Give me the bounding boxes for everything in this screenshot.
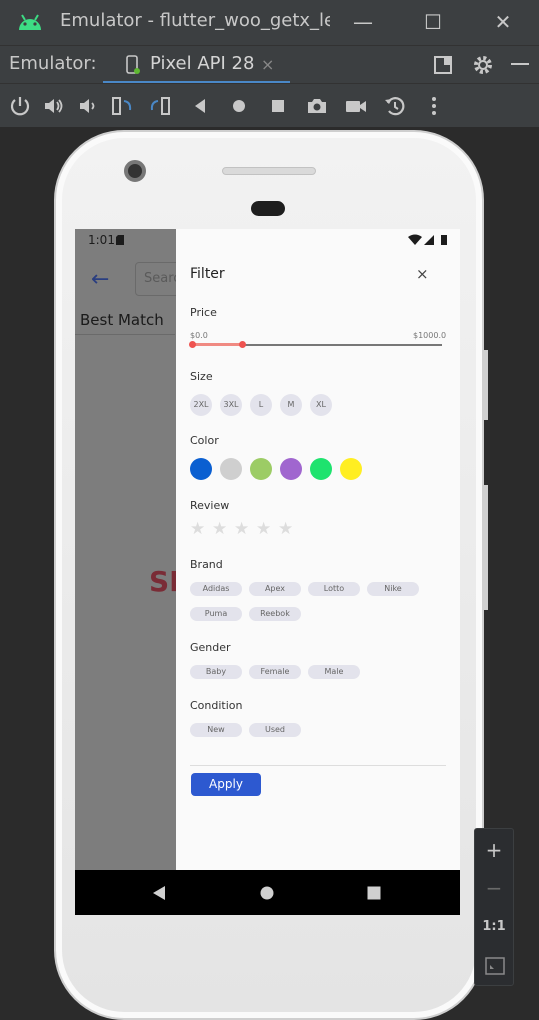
android-studio-icon bbox=[19, 14, 41, 30]
nav-home-icon[interactable] bbox=[260, 886, 274, 900]
rotate-right-icon[interactable] bbox=[148, 94, 172, 118]
earpiece-speaker bbox=[222, 167, 316, 175]
android-navbar bbox=[75, 870, 460, 915]
star-icon[interactable]: ★ bbox=[256, 519, 271, 539]
status-time: 1:01 bbox=[88, 233, 115, 247]
tab-close-icon[interactable]: × bbox=[261, 55, 274, 74]
color-swatch-purple[interactable] bbox=[280, 458, 302, 480]
snapshot-icon[interactable] bbox=[383, 94, 407, 118]
tab-label: Pixel API 28 bbox=[150, 53, 255, 74]
condition-option-new[interactable]: New bbox=[190, 723, 242, 737]
window-title: Emulator - flutter_woo_getx_le bbox=[60, 10, 330, 31]
back-arrow-icon[interactable]: ← bbox=[91, 267, 109, 292]
sort-best-match[interactable]: Best Match bbox=[80, 311, 164, 329]
wifi-icon bbox=[408, 234, 422, 245]
brand-option-nike[interactable]: Nike bbox=[367, 582, 419, 596]
record-video-icon[interactable] bbox=[344, 94, 368, 118]
filter-drawer: Filter × Price $0.0 $1000.0 Size 2XL 3XL… bbox=[176, 229, 460, 870]
star-icon[interactable]: ★ bbox=[278, 519, 293, 539]
price-max-label: $1000.0 bbox=[413, 331, 447, 340]
volume-down-icon[interactable] bbox=[76, 94, 100, 118]
brand-option-adidas[interactable]: Adidas bbox=[190, 582, 242, 596]
divider bbox=[75, 334, 175, 335]
price-slider-min-thumb[interactable] bbox=[189, 341, 196, 348]
size-option-2xl[interactable]: 2XL bbox=[190, 394, 212, 416]
zoom-in-button[interactable]: + bbox=[475, 831, 513, 869]
emulator-toolbar bbox=[0, 83, 539, 127]
more-options-icon[interactable] bbox=[422, 94, 446, 118]
apply-button[interactable]: Apply bbox=[191, 773, 261, 796]
size-option-l[interactable]: L bbox=[250, 394, 272, 416]
status-icons bbox=[408, 234, 447, 245]
fit-screen-icon[interactable] bbox=[485, 957, 505, 975]
gear-icon[interactable] bbox=[472, 54, 494, 76]
power-icon[interactable] bbox=[8, 94, 32, 118]
star-icon[interactable]: ★ bbox=[234, 519, 249, 539]
size-label: Size bbox=[190, 370, 213, 383]
emulator-tabbar: Emulator: Pixel API 28 × bbox=[0, 45, 539, 84]
price-label: Price bbox=[190, 306, 217, 319]
overview-icon[interactable] bbox=[266, 94, 290, 118]
device-screen[interactable]: 1:01 ← Search Best Match SH Filter × Pri… bbox=[75, 229, 460, 915]
close-window-button[interactable]: ✕ bbox=[488, 8, 518, 36]
brand-option-apex[interactable]: Apex bbox=[249, 582, 301, 596]
gender-option-baby[interactable]: Baby bbox=[190, 665, 242, 679]
window-titlebar: Emulator - flutter_woo_getx_le — ☐ ✕ bbox=[0, 0, 539, 45]
zoom-out-button[interactable]: − bbox=[475, 869, 513, 907]
hide-panel-icon[interactable] bbox=[511, 63, 529, 65]
size-option-m[interactable]: M bbox=[280, 394, 302, 416]
layout-icon[interactable] bbox=[433, 55, 453, 75]
color-swatch-green[interactable] bbox=[310, 458, 332, 480]
condition-label: Condition bbox=[190, 699, 243, 712]
close-icon[interactable]: × bbox=[416, 265, 429, 283]
home-icon[interactable] bbox=[227, 94, 251, 118]
price-min-label: $0.0 bbox=[190, 331, 208, 340]
front-camera bbox=[124, 160, 146, 182]
color-swatch-yellow[interactable] bbox=[340, 458, 362, 480]
power-side-button[interactable] bbox=[483, 350, 488, 420]
battery-icon bbox=[441, 235, 447, 245]
filter-title: Filter bbox=[190, 266, 225, 282]
proximity-sensor bbox=[251, 201, 285, 216]
brand-label: Brand bbox=[190, 558, 223, 571]
color-swatch-light-green[interactable] bbox=[250, 458, 272, 480]
rotate-left-icon[interactable] bbox=[110, 94, 134, 118]
brand-option-puma[interactable]: Puma bbox=[190, 607, 242, 621]
star-icon[interactable]: ★ bbox=[190, 519, 205, 539]
color-label: Color bbox=[190, 434, 219, 447]
nav-recents-icon[interactable] bbox=[367, 886, 381, 900]
screenshot-icon[interactable] bbox=[305, 94, 329, 118]
gender-option-male[interactable]: Male bbox=[308, 665, 360, 679]
size-option-3xl[interactable]: 3XL bbox=[220, 394, 242, 416]
zoom-controls: + − 1:1 bbox=[474, 828, 514, 986]
review-label: Review bbox=[190, 499, 230, 512]
tab-pixel-api-28[interactable]: Pixel API 28 × bbox=[103, 46, 290, 84]
brand-option-reebok[interactable]: Reebok bbox=[249, 607, 301, 621]
signal-icon bbox=[424, 235, 434, 245]
brand-option-lotto[interactable]: Lotto bbox=[308, 582, 360, 596]
star-icon[interactable]: ★ bbox=[212, 519, 227, 539]
divider bbox=[190, 765, 446, 766]
volume-up-icon[interactable] bbox=[42, 94, 66, 118]
device-icon bbox=[126, 55, 140, 74]
price-slider-active-range bbox=[192, 343, 242, 346]
color-swatch-blue[interactable] bbox=[190, 458, 212, 480]
back-icon[interactable] bbox=[188, 94, 212, 118]
actual-size-button[interactable]: 1:1 bbox=[475, 908, 513, 946]
minimize-button[interactable]: — bbox=[348, 8, 378, 36]
volume-side-button[interactable] bbox=[483, 485, 488, 610]
emulator-label: Emulator: bbox=[9, 53, 97, 74]
maximize-button[interactable]: ☐ bbox=[418, 8, 448, 36]
nav-back-icon[interactable] bbox=[152, 885, 166, 901]
gender-option-female[interactable]: Female bbox=[249, 665, 301, 679]
size-option-xl[interactable]: XL bbox=[310, 394, 332, 416]
gender-label: Gender bbox=[190, 641, 231, 654]
color-swatch-gray[interactable] bbox=[220, 458, 242, 480]
sd-card-icon bbox=[116, 235, 124, 245]
condition-option-used[interactable]: Used bbox=[249, 723, 301, 737]
price-slider-max-thumb[interactable] bbox=[239, 341, 246, 348]
